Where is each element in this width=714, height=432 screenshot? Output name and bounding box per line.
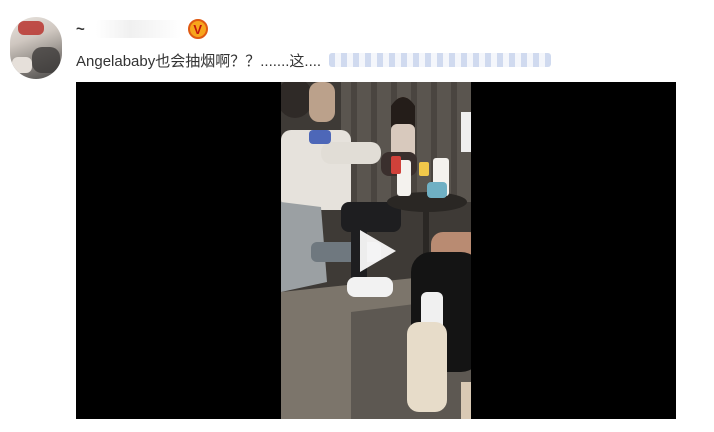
post-text: Angelababy也会抽烟啊？？.......这.... xyxy=(76,52,322,70)
avatar-detail xyxy=(32,47,60,73)
username-redacted xyxy=(95,20,182,38)
play-icon[interactable] xyxy=(355,230,397,272)
verified-badge-icon: V xyxy=(187,19,208,39)
avatar[interactable] xyxy=(10,17,62,79)
username[interactable]: ~ xyxy=(76,21,86,38)
avatar-detail xyxy=(18,21,44,35)
post-link-redacted[interactable] xyxy=(329,53,552,67)
post-header: ~ V xyxy=(76,16,208,42)
post-text-row: Angelababy也会抽烟啊？？.......这.... xyxy=(76,49,552,71)
video-player[interactable] xyxy=(76,82,676,419)
weibo-post: ~ V Angelababy也会抽烟啊？？.......这.... xyxy=(0,0,714,432)
avatar-detail xyxy=(12,57,32,73)
